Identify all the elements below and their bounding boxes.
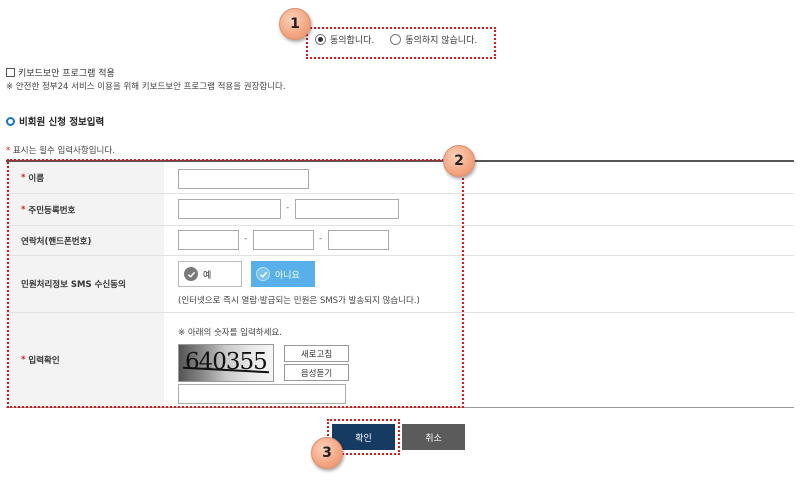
disagree-label: 동의하지 않습니다. (405, 36, 478, 46)
keyboard-security-label: 키보드보안 프로그램 적용 (18, 69, 115, 79)
cancel-button[interactable]: 취소 (402, 424, 465, 450)
step-1-badge: 1 (279, 8, 311, 40)
form-highlight (7, 159, 464, 408)
disagree-radio[interactable] (390, 34, 402, 45)
required-note: * 표시는 필수 입력사항입니다. (6, 144, 115, 156)
keyboard-security-checkbox[interactable] (6, 68, 15, 77)
section-title: 비회원 신청 정보입력 (6, 114, 104, 128)
step-2-badge: 2 (443, 145, 475, 177)
circle-bullet-icon (6, 116, 15, 126)
required-star: * (6, 146, 11, 156)
keyboard-security-note: ※ 안전한 정부24 서비스 이용을 위해 키보드보안 프로그램 적용을 권장합… (6, 82, 286, 92)
radio-selected-dot (318, 37, 323, 42)
agree-label: 동의합니다. (330, 36, 375, 46)
required-note-text: 표시는 필수 입력사항입니다. (12, 146, 115, 156)
agree-radio[interactable] (315, 34, 326, 45)
section-title-text: 비회원 신청 정보입력 (19, 117, 105, 128)
agreement-radio-group: 동의합니다. 동의하지 않습니다. (315, 33, 477, 46)
step-3-badge: 3 (311, 437, 343, 469)
keyboard-security-option: 키보드보안 프로그램 적용 (6, 66, 115, 79)
